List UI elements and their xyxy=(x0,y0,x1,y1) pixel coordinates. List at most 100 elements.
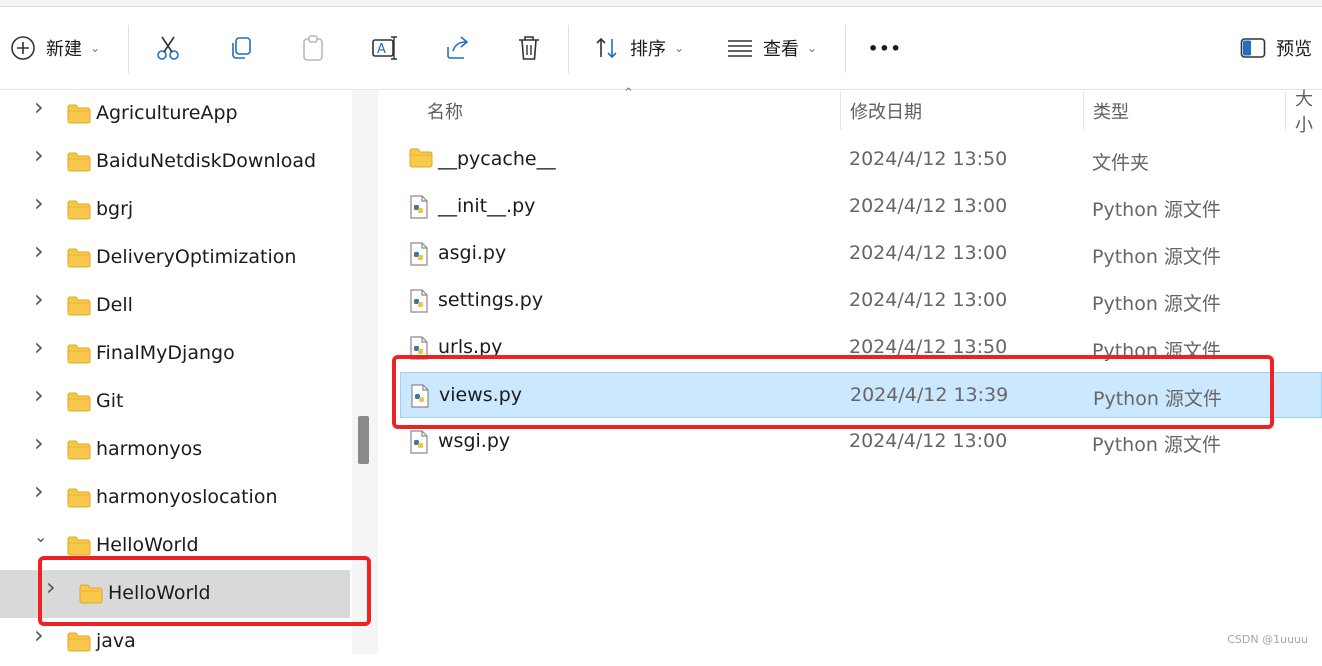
column-header-type[interactable]: 类型 xyxy=(1093,90,1129,132)
nav-item-label: DeliveryOptimization xyxy=(96,246,297,268)
file-name: __init__.py xyxy=(438,195,536,217)
file-name: __pycache__ xyxy=(438,148,556,170)
file-date: 2024/4/12 13:00 xyxy=(849,195,1008,217)
file-type: Python 源文件 xyxy=(1092,199,1221,221)
file-row[interactable]: __init__.py 2024/4/12 13:00 Python 源文件 xyxy=(400,184,1322,230)
file-icon xyxy=(409,289,429,313)
folder-icon xyxy=(67,536,91,556)
file-row[interactable]: settings.py 2024/4/12 13:00 Python 源文件 xyxy=(400,278,1322,324)
file-icon xyxy=(409,195,429,219)
file-type: Python 源文件 xyxy=(1092,246,1221,268)
column-header-date[interactable]: 修改日期 xyxy=(850,90,922,132)
preview-pane-label: 预览 xyxy=(1276,39,1312,60)
file-date: 2024/4/12 13:50 xyxy=(849,148,1008,170)
file-row[interactable]: __pycache__ 2024/4/12 13:50 文件夹 xyxy=(400,137,1322,183)
nav-item[interactable]: › Dell xyxy=(0,282,352,330)
chevron-right-icon[interactable]: › xyxy=(34,239,48,263)
folder-icon xyxy=(67,248,91,268)
view-button-label: 查看 xyxy=(763,39,799,60)
chevron-right-icon[interactable]: › xyxy=(34,623,48,647)
nav-item-label: Dell xyxy=(96,294,133,316)
sort-indicator-icon: ⌃ xyxy=(623,86,634,101)
chevron-right-icon[interactable]: › xyxy=(34,383,48,407)
chevron-right-icon[interactable]: › xyxy=(34,287,48,311)
chevron-right-icon[interactable]: › xyxy=(34,95,48,119)
nav-item[interactable]: › FinalMyDjango xyxy=(0,330,352,378)
nav-item[interactable]: › Git xyxy=(0,378,352,426)
chevron-right-icon[interactable]: › xyxy=(34,335,48,359)
column-divider[interactable] xyxy=(1285,92,1286,130)
file-name: wsgi.py xyxy=(438,430,511,452)
chevron-right-icon[interactable]: › xyxy=(34,143,48,167)
chevron-down-icon: ⌄ xyxy=(674,41,685,55)
folder-icon xyxy=(67,440,91,460)
preview-pane-button[interactable]: 预览 xyxy=(1240,7,1312,89)
nav-item-label: BaiduNetdiskDownload xyxy=(96,150,317,172)
file-date: 2024/4/12 13:00 xyxy=(849,430,1008,452)
copy-button[interactable] xyxy=(228,7,254,89)
rename-button[interactable]: A xyxy=(371,7,399,89)
chevron-down-icon[interactable]: ⌄ xyxy=(34,529,48,545)
file-type: Python 源文件 xyxy=(1092,293,1221,315)
svg-text:A: A xyxy=(377,42,386,57)
paste-button[interactable] xyxy=(300,7,326,89)
clipboard-icon xyxy=(303,35,323,61)
chevron-right-icon[interactable]: › xyxy=(34,479,48,503)
chevron-right-icon[interactable]: › xyxy=(34,431,48,455)
chevron-right-icon[interactable]: › xyxy=(34,191,48,215)
python-file-icon xyxy=(410,242,428,266)
sort-button-label: 排序 xyxy=(630,39,666,60)
sort-arrows-icon xyxy=(596,37,617,59)
file-icon xyxy=(409,430,429,454)
nav-item[interactable]: › AgricultureApp xyxy=(0,90,352,138)
chevron-down-icon: ⌄ xyxy=(90,41,101,55)
file-date: 2024/4/12 13:00 xyxy=(849,242,1008,264)
nav-item[interactable]: › bgrj xyxy=(0,186,352,234)
list-view-icon xyxy=(728,40,752,57)
more-options-button[interactable]: ••• xyxy=(868,7,902,89)
python-file-icon xyxy=(410,195,428,219)
command-bar: 新建 ⌄ A 排序 ⌄ 查看 ⌄ ••• 预览 xyxy=(0,7,1322,90)
column-header-name[interactable]: 名称 xyxy=(427,90,463,132)
folder-icon xyxy=(67,104,91,124)
share-icon xyxy=(447,36,469,59)
python-file-icon xyxy=(410,430,428,454)
new-button-label: 新建 xyxy=(46,39,82,60)
toolbar-divider xyxy=(128,25,129,73)
nav-item[interactable]: › BaiduNetdiskDownload xyxy=(0,138,352,186)
nav-item[interactable]: › DeliveryOptimization xyxy=(0,234,352,282)
nav-item[interactable]: › harmonyoslocation xyxy=(0,474,352,522)
nav-item-label: Git xyxy=(96,390,124,412)
watermark: CSDN @1uuuu xyxy=(1227,633,1308,646)
file-icon xyxy=(409,242,429,266)
nav-item[interactable]: › harmonyos xyxy=(0,426,352,474)
nav-item-label: HelloWorld xyxy=(96,534,199,556)
cut-button[interactable] xyxy=(155,7,181,89)
folder-icon xyxy=(67,344,91,364)
column-divider[interactable] xyxy=(840,92,841,130)
folder-icon xyxy=(409,148,433,168)
toolbar-divider xyxy=(568,25,569,73)
new-button[interactable]: 新建 ⌄ xyxy=(10,7,100,89)
toolbar-divider xyxy=(845,25,846,73)
sort-button[interactable]: 排序 ⌄ xyxy=(594,7,684,89)
file-name: settings.py xyxy=(438,289,544,311)
folder-icon xyxy=(67,392,91,412)
delete-button[interactable] xyxy=(516,7,542,89)
scissors-icon xyxy=(157,36,179,60)
column-divider[interactable] xyxy=(1083,92,1084,130)
navigation-scrollbar-thumb[interactable] xyxy=(358,416,369,464)
nav-item-label: harmonyos xyxy=(96,438,203,460)
folder-icon xyxy=(67,632,91,652)
file-row[interactable]: asgi.py 2024/4/12 13:00 Python 源文件 xyxy=(400,231,1322,277)
file-name: asgi.py xyxy=(438,242,507,264)
preview-pane-icon xyxy=(1240,38,1266,58)
file-icon xyxy=(409,148,433,168)
highlight-box xyxy=(392,355,1274,429)
view-button[interactable]: 查看 ⌄ xyxy=(727,7,817,89)
folder-icon xyxy=(67,296,91,316)
nav-item-label: AgricultureApp xyxy=(96,102,238,124)
column-header-size[interactable]: 大小 xyxy=(1295,89,1322,136)
share-button[interactable] xyxy=(444,7,472,89)
nav-item-label: bgrj xyxy=(96,198,134,220)
